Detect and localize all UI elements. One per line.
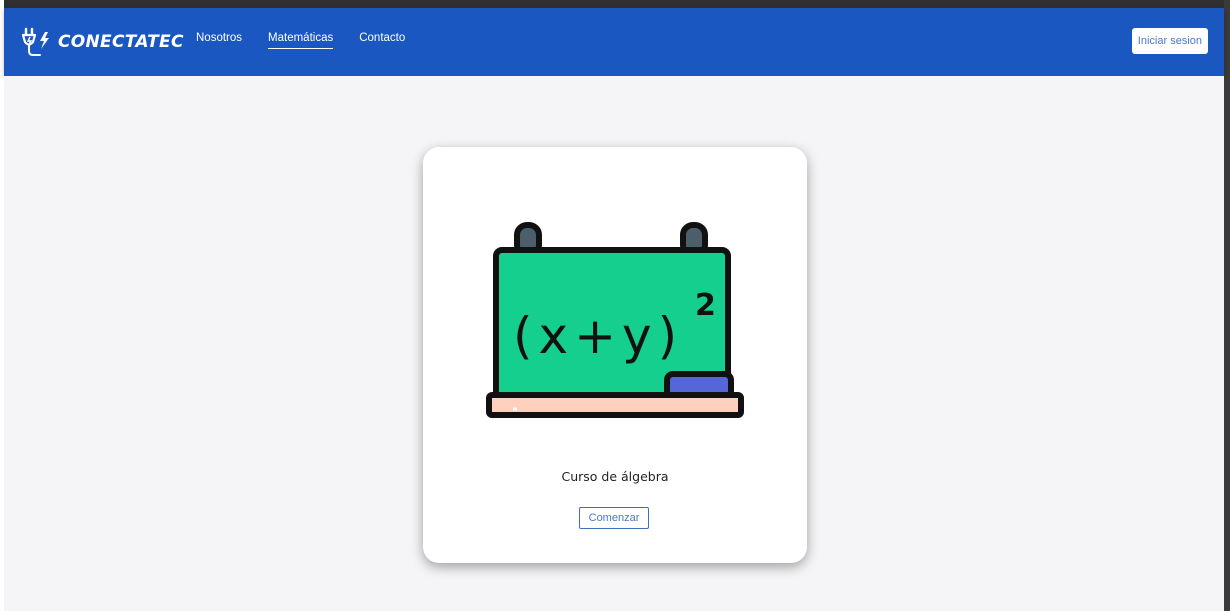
- start-button[interactable]: Comenzar: [579, 507, 649, 529]
- window-top-edge: [0, 0, 1230, 8]
- nav-link-nosotros[interactable]: Nosotros: [196, 32, 242, 49]
- window-right-edge: [1224, 0, 1230, 611]
- navbar: CONECTATEC Nosotros Matemáticas Contacto…: [4, 8, 1224, 76]
- formula-text: (x+y): [513, 307, 683, 365]
- brand-name: CONECTATEC: [58, 32, 184, 52]
- course-title: Curso de álgebra: [561, 469, 669, 484]
- login-button[interactable]: Iniciar sesion: [1131, 28, 1208, 54]
- plug-bolt-icon: [22, 27, 49, 56]
- formula-exponent: 2: [695, 288, 716, 323]
- brand-link[interactable]: CONECTATEC: [22, 26, 184, 58]
- chalkboard-icon: (x+y) 2: [486, 222, 744, 418]
- main-content: (x+y) 2 Curso de álgebra Comenzar: [4, 76, 1224, 611]
- nav-link-contacto[interactable]: Contacto: [359, 32, 405, 49]
- nav-links: Nosotros Matemáticas Contacto: [196, 32, 431, 49]
- nav-link-matematicas[interactable]: Matemáticas: [268, 32, 334, 49]
- course-card: (x+y) 2 Curso de álgebra Comenzar: [423, 147, 807, 563]
